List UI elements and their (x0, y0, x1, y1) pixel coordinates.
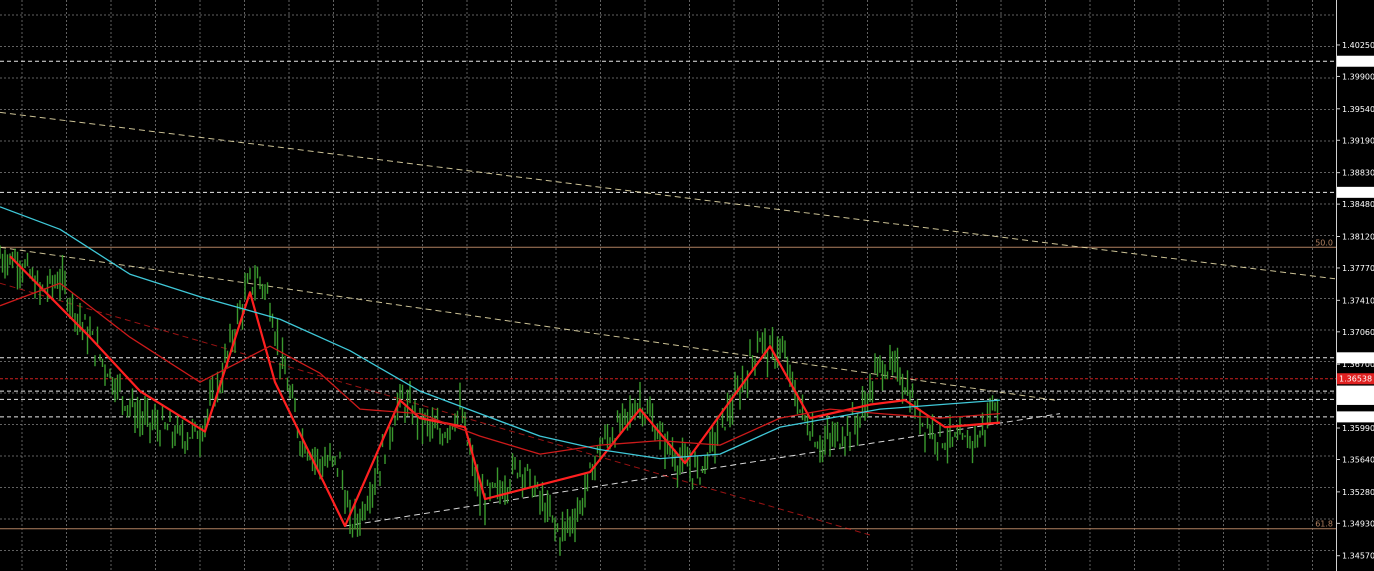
y-tick-label: 1.37410 (1342, 296, 1374, 305)
price-chart-svg[interactable]: 50.0 61.8 1.40250 1.39900 1.39540 1.39190 1.3… (0, 0, 1374, 571)
y-tick-label: 1.34570 (1342, 552, 1374, 561)
y-tick-label: 1.35280 (1342, 488, 1374, 497)
y-tick-label: 1.38830 (1342, 169, 1374, 178)
forex-chart[interactable]: 50.0 61.8 1.40250 1.39900 1.39540 1.39190 1.3… (0, 0, 1374, 571)
y-tick-label: 1.39190 (1342, 136, 1374, 145)
y-tick-label: 1.39540 (1342, 105, 1374, 114)
y-tick-label: 1.38480 (1342, 200, 1374, 209)
fib-label-1: 61.8 (1315, 520, 1333, 529)
y-tick-label: 1.35990 (1342, 424, 1374, 433)
y-tick-label: 1.38120 (1342, 232, 1374, 241)
y-tick-label: 1.39900 (1342, 72, 1374, 81)
price-marker-label-6: 1.36114 (1339, 413, 1372, 422)
y-tick-label: 1.37770 (1342, 264, 1374, 273)
y-tick-label: 1.37060 (1342, 328, 1374, 337)
y-tick-label: 1.34930 (1342, 519, 1374, 528)
price-marker-label-2: 1.36771 (1339, 354, 1372, 363)
price-marker-label-0: 1.40069 (1339, 57, 1372, 66)
y-tick-label: 1.35640 (1342, 455, 1374, 464)
price-marker-label-1: 1.38611 (1339, 188, 1372, 197)
price-marker-label-5: 1.36308 (1339, 395, 1372, 404)
chart-background (0, 0, 1374, 571)
fib-label-0: 50.0 (1315, 238, 1333, 247)
y-tick-label: 1.40250 (1342, 41, 1374, 50)
price-marker-label-3: 1.36538 (1339, 375, 1372, 384)
